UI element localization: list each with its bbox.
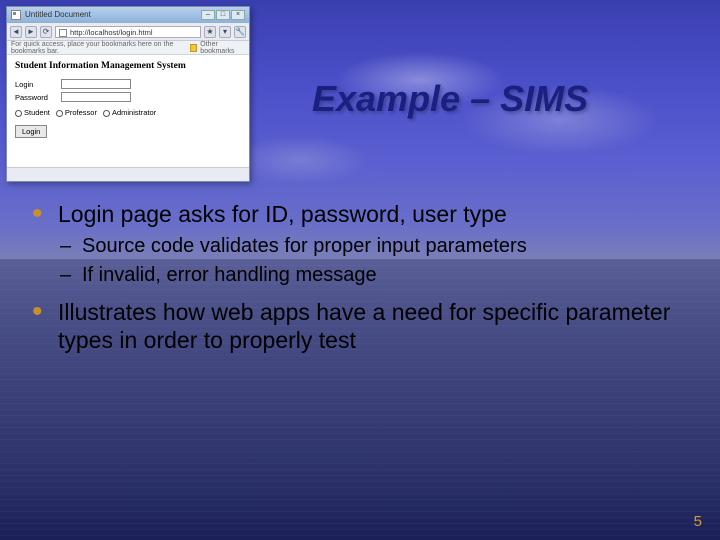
bullet-1: Login page asks for ID, password, user t… <box>30 200 690 288</box>
radio-student-label: Student <box>24 108 50 117</box>
radio-icon <box>56 110 63 117</box>
bookmark-star-icon: ★ <box>204 26 216 38</box>
browser-screenshot: Untitled Document – □ × ◄ ► ⟳ http://loc… <box>6 6 250 182</box>
browser-viewport: Student Information Management System Lo… <box>7 55 249 167</box>
login-input <box>61 79 131 89</box>
back-icon: ◄ <box>10 26 22 38</box>
url-bar: http://localhost/login.html <box>55 26 201 38</box>
browser-toolbar: ◄ ► ⟳ http://localhost/login.html ★ ▾ 🔧 <box>7 23 249 41</box>
browser-tab-title: Untitled Document <box>25 10 197 19</box>
wrench-icon: 🔧 <box>234 26 246 38</box>
reload-icon: ⟳ <box>40 26 52 38</box>
radio-professor-label: Professor <box>65 108 97 117</box>
minimize-icon: – <box>201 10 215 20</box>
url-scheme: http:// <box>70 28 89 37</box>
radio-admin-label: Administrator <box>112 108 156 117</box>
page-favicon-icon <box>11 10 21 20</box>
bullet-1-sub-1: Source code validates for proper input p… <box>58 234 690 259</box>
maximize-icon: □ <box>216 10 230 20</box>
menu-icon: ▾ <box>219 26 231 38</box>
forward-icon: ► <box>25 26 37 38</box>
password-input <box>61 92 131 102</box>
radio-icon <box>103 110 110 117</box>
user-type-radios: Student Professor Administrator <box>15 108 241 117</box>
slide-number: 5 <box>694 513 702 530</box>
slide-body: Login page asks for ID, password, user t… <box>30 200 690 362</box>
page-heading: Student Information Management System <box>15 61 241 71</box>
login-label: Login <box>15 80 55 89</box>
bullet-1-sub-2: If invalid, error handling message <box>58 263 690 288</box>
other-bookmarks-label: Other bookmarks <box>200 41 245 55</box>
bookmarks-hint: For quick access, place your bookmarks h… <box>11 41 190 55</box>
radio-icon <box>15 110 22 117</box>
bullet-2: Illustrates how web apps have a need for… <box>30 298 690 354</box>
password-label: Password <box>15 93 55 102</box>
bookmarks-bar: For quick access, place your bookmarks h… <box>7 41 249 55</box>
browser-titlebar: Untitled Document – □ × <box>7 7 249 23</box>
login-button: Login <box>15 125 47 138</box>
close-icon: × <box>231 10 245 20</box>
bullet-1-text: Login page asks for ID, password, user t… <box>58 201 507 227</box>
slide-title: Example – SIMS <box>312 78 588 120</box>
page-icon <box>59 29 67 37</box>
window-buttons: – □ × <box>201 10 245 20</box>
browser-statusbar <box>7 167 249 181</box>
url-text: localhost/login.html <box>89 28 153 37</box>
folder-icon <box>190 44 197 52</box>
